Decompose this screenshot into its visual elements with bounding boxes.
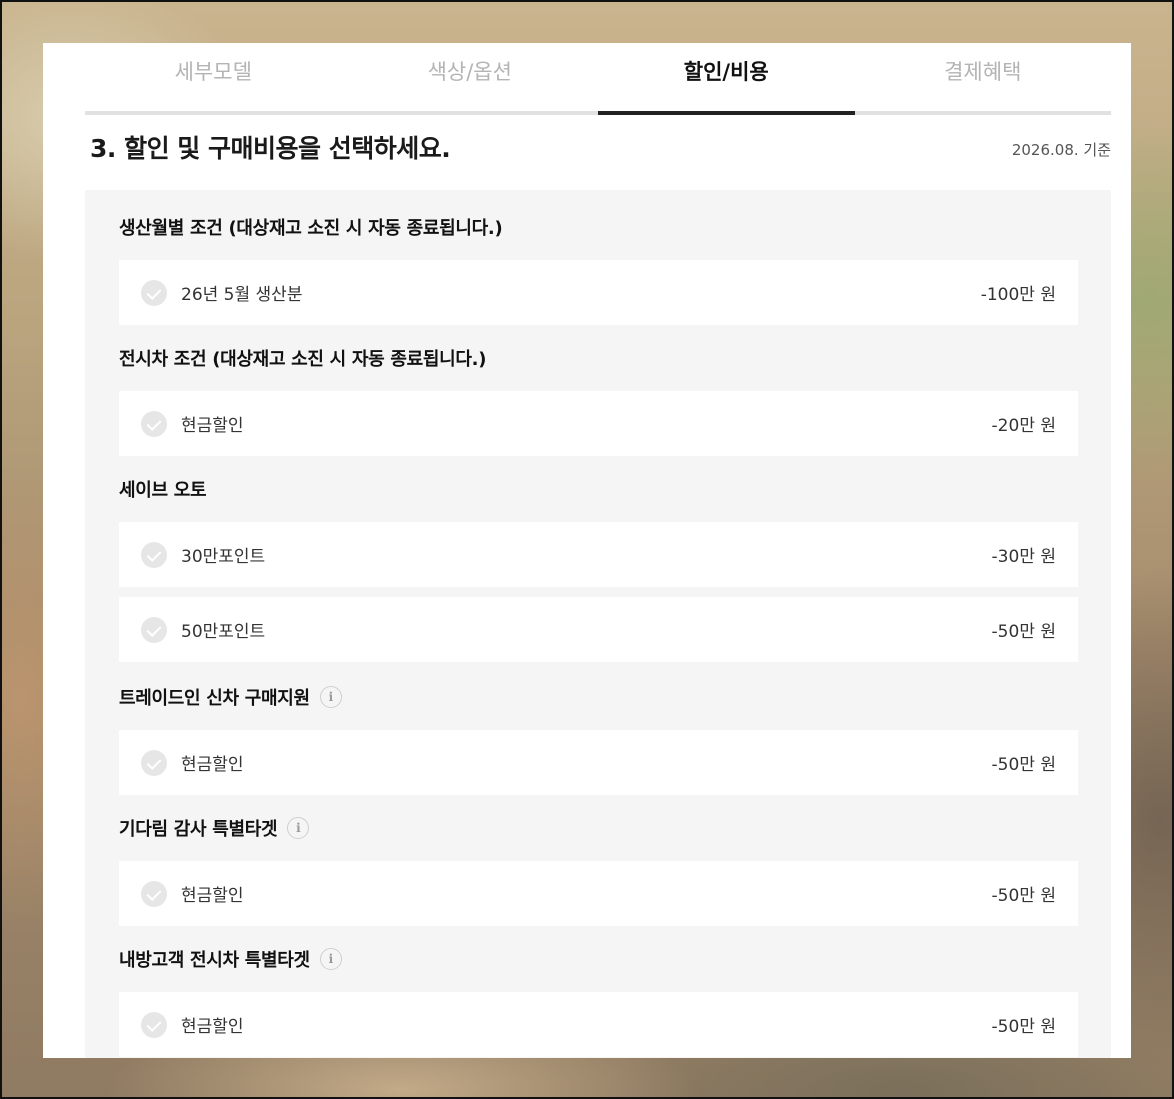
discount-option[interactable]: 50만포인트 -50만 원	[119, 597, 1078, 662]
tab-payment-benefits[interactable]: 결제혜택	[855, 43, 1112, 111]
option-label: 현금할인	[181, 886, 244, 906]
discount-option[interactable]: 30만포인트 -30만 원	[119, 522, 1078, 587]
discount-option[interactable]: 현금할인 -50만 원	[119, 861, 1078, 926]
option-label: 현금할인	[181, 416, 244, 436]
check-icon[interactable]	[141, 749, 167, 776]
option-label: 50만포인트	[181, 622, 266, 642]
check-icon[interactable]	[141, 541, 167, 568]
option-amount: -50만 원	[991, 886, 1056, 906]
group-title: 세이브 오토	[119, 466, 1078, 512]
group-title: 내방고객 전시차 특별타겟 i	[119, 936, 1078, 982]
option-label: 26년 5월 생산분	[181, 285, 303, 305]
discount-group-waiting-thanks: 기다림 감사 특별타겟 i 현금할인 -50만 원	[119, 805, 1078, 926]
discount-option[interactable]: 현금할인 -50만 원	[119, 992, 1078, 1057]
group-title-text: 생산월별 조건 (대상재고 소진 시 자동 종료됩니다.)	[119, 218, 503, 239]
discount-group-trade-in: 트레이드인 신차 구매지원 i 현금할인 -50만 원	[119, 674, 1078, 795]
check-icon[interactable]	[141, 880, 167, 907]
check-icon[interactable]	[141, 279, 167, 306]
discount-section: 생산월별 조건 (대상재고 소진 시 자동 종료됩니다.) 26년 5월 생산분…	[85, 190, 1111, 1058]
step-tabs: 세부모델 색상/옵션 할인/비용 결제혜택	[85, 43, 1111, 115]
check-icon[interactable]	[141, 616, 167, 643]
discount-option[interactable]: 26년 5월 생산분 -100만 원	[119, 260, 1078, 325]
discount-group-save-auto: 세이브 오토 30만포인트 -30만 원 50만포인트 -50만 원	[119, 466, 1078, 662]
option-amount: -20만 원	[991, 416, 1056, 436]
tab-color-options[interactable]: 색상/옵션	[342, 43, 599, 111]
check-icon[interactable]	[141, 1011, 167, 1038]
option-amount: -30만 원	[991, 547, 1056, 567]
discount-option[interactable]: 현금할인 -50만 원	[119, 730, 1078, 795]
group-title-text: 전시차 조건 (대상재고 소진 시 자동 종료됩니다.)	[119, 349, 487, 370]
discount-group-production-month: 생산월별 조건 (대상재고 소진 시 자동 종료됩니다.) 26년 5월 생산분…	[119, 204, 1078, 325]
discount-option[interactable]: 현금할인 -20만 원	[119, 391, 1078, 456]
option-amount: -50만 원	[991, 755, 1056, 775]
group-title: 트레이드인 신차 구매지원 i	[119, 674, 1078, 720]
option-label: 현금할인	[181, 755, 244, 775]
group-title-text: 내방고객 전시차 특별타겟	[119, 950, 310, 971]
option-label: 현금할인	[181, 1017, 244, 1037]
discount-group-visit-customer: 내방고객 전시차 특별타겟 i 현금할인 -50만 원	[119, 936, 1078, 1057]
option-label: 30만포인트	[181, 547, 266, 567]
info-icon[interactable]: i	[319, 948, 342, 970]
discount-panel: 세부모델 색상/옵션 할인/비용 결제혜택 3. 할인 및 구매비용을 선택하세…	[43, 43, 1131, 1058]
tab-detail-model[interactable]: 세부모델	[85, 43, 342, 111]
option-amount: -50만 원	[991, 1017, 1056, 1037]
basis-date: 2026.08. 기준	[1011, 141, 1111, 159]
info-icon[interactable]: i	[319, 686, 342, 708]
option-amount: -100만 원	[980, 285, 1056, 305]
info-icon[interactable]: i	[287, 817, 310, 839]
page-title: 3. 할인 및 구매비용을 선택하세요.	[90, 134, 451, 163]
group-title-text: 세이브 오토	[119, 480, 207, 501]
discount-group-display-car: 전시차 조건 (대상재고 소진 시 자동 종료됩니다.) 현금할인 -20만 원	[119, 335, 1078, 456]
option-amount: -50만 원	[991, 622, 1056, 642]
tab-discount-cost[interactable]: 할인/비용	[598, 43, 855, 115]
group-title: 전시차 조건 (대상재고 소진 시 자동 종료됩니다.)	[119, 335, 1078, 381]
check-icon[interactable]	[141, 410, 167, 437]
group-title: 생산월별 조건 (대상재고 소진 시 자동 종료됩니다.)	[119, 204, 1078, 250]
group-title: 기다림 감사 특별타겟 i	[119, 805, 1078, 851]
group-title-text: 트레이드인 신차 구매지원	[119, 688, 310, 709]
group-title-text: 기다림 감사 특별타겟	[119, 819, 278, 840]
